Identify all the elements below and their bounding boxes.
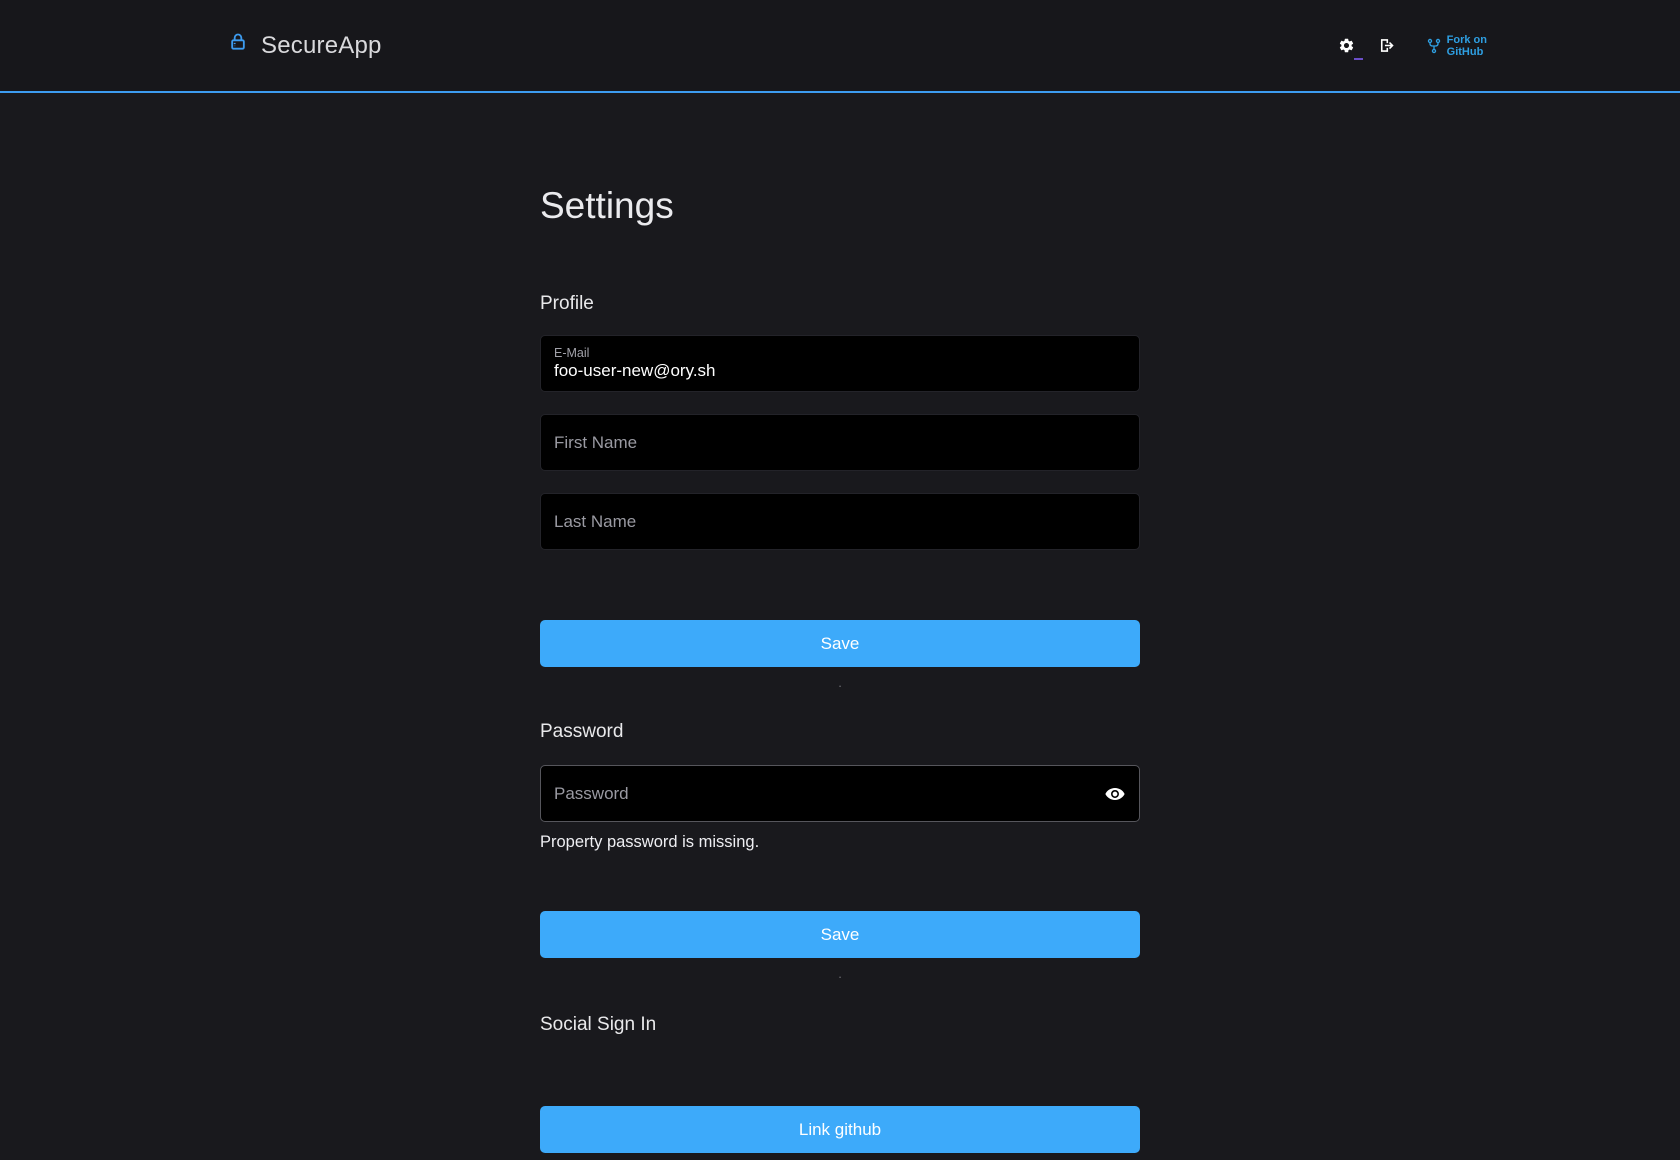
email-label: E-Mail (554, 345, 1126, 361)
gear-icon (1338, 37, 1355, 54)
password-error-text: Property password is missing. (540, 833, 1140, 852)
logout-icon (1377, 36, 1396, 55)
fork-link-text: Fork on GitHub (1447, 34, 1487, 58)
fork-link-line1: Fork on (1447, 34, 1487, 46)
link-github-button[interactable]: Link github (540, 1106, 1140, 1153)
email-input[interactable] (554, 361, 1126, 381)
password-field (540, 765, 1140, 822)
password-save-button[interactable]: Save (540, 911, 1140, 958)
email-field: E-Mail (540, 335, 1140, 392)
profile-save-button[interactable]: Save (540, 620, 1140, 667)
social-sign-in-heading: Social Sign In (540, 1012, 1140, 1038)
purple-underscore (1354, 58, 1363, 60)
first-name-field (540, 414, 1140, 471)
page-title: Settings (540, 183, 1140, 229)
first-name-input[interactable] (554, 433, 1126, 453)
settings-page: Settings Profile E-Mail Save . Password … (540, 183, 1140, 1153)
app-brand[interactable]: SecureApp (228, 32, 382, 60)
app-name: SecureApp (261, 32, 382, 60)
fork-link-line2: GitHub (1447, 46, 1487, 58)
navbar-actions: Fork on GitHub (1334, 32, 1487, 59)
fork-on-github-link[interactable]: Fork on GitHub (1426, 34, 1487, 58)
profile-section-dot: . (540, 676, 1140, 689)
logout-icon-button[interactable] (1373, 32, 1400, 59)
git-fork-icon (1426, 37, 1442, 55)
password-heading: Password (540, 719, 1140, 745)
last-name-field (540, 493, 1140, 550)
eye-icon (1104, 783, 1126, 805)
profile-heading: Profile (540, 291, 1140, 317)
navbar: SecureApp Fork on GitH (0, 0, 1680, 93)
password-input[interactable] (554, 784, 1126, 804)
lock-icon (228, 30, 248, 54)
last-name-input[interactable] (554, 512, 1126, 532)
toggle-password-visibility-button[interactable] (1102, 781, 1128, 807)
password-section-dot: . (540, 967, 1140, 980)
settings-icon-button[interactable] (1334, 33, 1359, 58)
